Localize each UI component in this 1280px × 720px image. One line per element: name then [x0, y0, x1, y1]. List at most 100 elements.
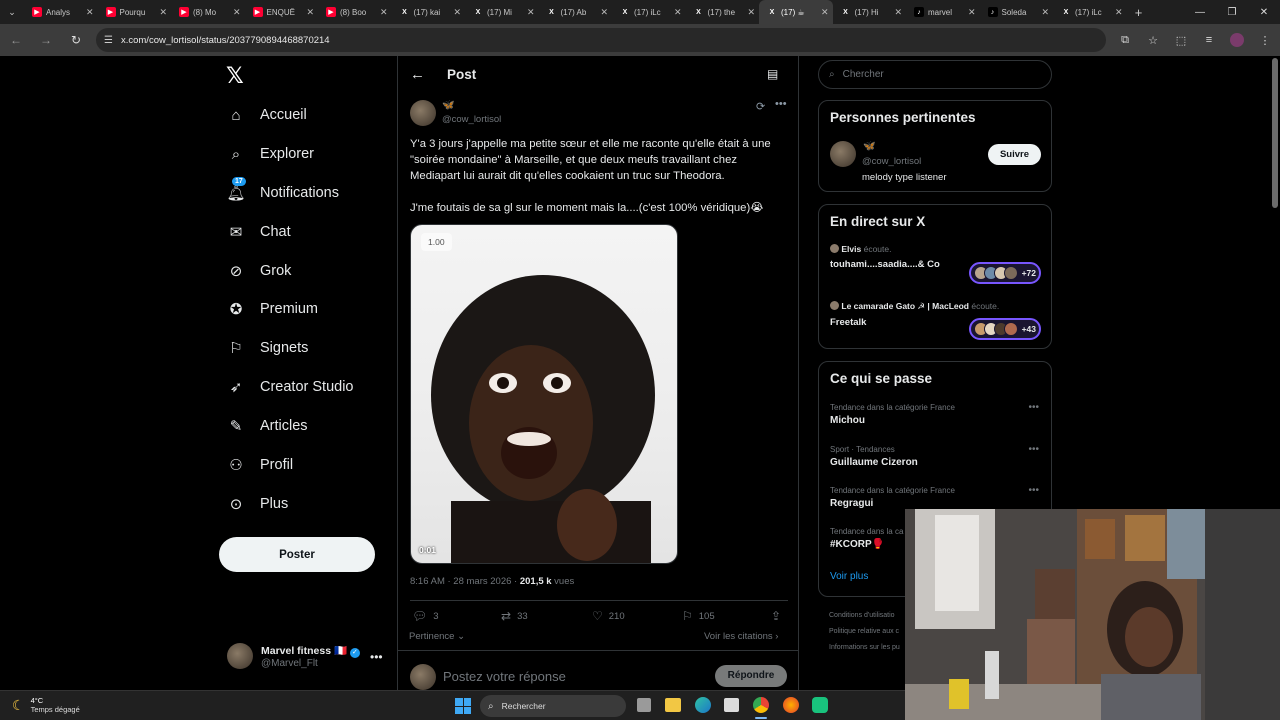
footer-link[interactable]: Politique relative aux c: [829, 624, 900, 640]
browser-tab[interactable]: ▶ (8) Mo ✕: [171, 0, 245, 24]
close-window-button[interactable]: ✕: [1248, 0, 1280, 24]
browser-tab[interactable]: X (17) kai ✕: [392, 0, 466, 24]
view-quotes-link[interactable]: Voir les citations ›: [704, 631, 778, 642]
browser-tab[interactable]: X (17) iLc ✕: [1053, 0, 1127, 24]
sidebar-item-premium[interactable]: ✪ Premium: [226, 294, 318, 324]
tab-close-icon[interactable]: ✕: [1041, 7, 1049, 18]
tweet-video[interactable]: 1.00 0:01: [410, 224, 678, 564]
reply-action[interactable]: 💬︎ 3: [412, 609, 439, 623]
show-more-link[interactable]: Voir plus: [830, 571, 868, 582]
browser-tab[interactable]: ▶ (8) Boo ✕: [318, 0, 392, 24]
app-icon[interactable]: [812, 697, 828, 713]
taskbar-search[interactable]: ⌕ Rechercher: [480, 695, 626, 717]
maximize-button[interactable]: ❐: [1216, 0, 1248, 24]
file-explorer-icon[interactable]: [665, 698, 681, 712]
profile-avatar-icon[interactable]: [1228, 31, 1246, 49]
tab-close-icon[interactable]: ✕: [674, 7, 682, 18]
footer-link[interactable]: Conditions d'utilisatio: [829, 608, 900, 624]
browser-tab[interactable]: X (17) Hi ✕: [833, 0, 907, 24]
person-handle[interactable]: @cow_lortisol: [862, 156, 921, 167]
sidebar-item-chat[interactable]: ✉ Chat: [226, 217, 291, 247]
browser-tab[interactable]: ▶ ENQUÊ ✕: [245, 0, 319, 24]
install-app-icon[interactable]: ⧉: [1116, 31, 1134, 49]
sidebar-item-creator-studio[interactable]: ➶ Creator Studio: [226, 372, 354, 402]
sidebar-item-explorer[interactable]: ⌕ Explorer: [226, 139, 314, 169]
forward-icon[interactable]: →: [36, 30, 56, 50]
reload-icon[interactable]: ↻: [66, 30, 86, 50]
reader-mode-icon[interactable]: ▤: [767, 67, 778, 81]
start-button[interactable]: [455, 698, 471, 714]
browser-tab[interactable]: X (17) iLc ✕: [612, 0, 686, 24]
author-avatar[interactable]: [410, 100, 436, 126]
tab-close-icon[interactable]: ✕: [233, 7, 241, 18]
listeners-pill[interactable]: +43: [969, 318, 1041, 340]
trend-item[interactable]: Tendance dans la ca #KCORP🥊: [830, 527, 903, 550]
post-button[interactable]: Poster: [219, 537, 375, 572]
trend-more-icon[interactable]: •••: [1028, 444, 1039, 455]
store-icon[interactable]: [724, 698, 739, 712]
trend-more-icon[interactable]: •••: [1028, 402, 1039, 413]
x-logo[interactable]: 𝕏: [226, 64, 244, 89]
footer-link[interactable]: Informations sur les pu: [829, 640, 900, 656]
author-handle[interactable]: @cow_lortisol: [442, 114, 501, 125]
grok-explain-icon[interactable]: ⟳: [756, 100, 765, 113]
tab-close-icon[interactable]: ✕: [306, 7, 314, 18]
browser-tab[interactable]: X (17) the ✕: [686, 0, 760, 24]
chrome-icon[interactable]: [753, 697, 769, 713]
bookmark-star-icon[interactable]: ☆: [1144, 31, 1162, 49]
search-box[interactable]: ⌕ Chercher: [818, 60, 1052, 89]
tab-close-icon[interactable]: ✕: [453, 7, 461, 18]
tab-close-icon[interactable]: ✕: [86, 7, 94, 18]
tab-close-icon[interactable]: ✕: [968, 7, 976, 18]
post-more-icon[interactable]: •••: [775, 98, 787, 110]
browser-tab[interactable]: X (17) Mi ✕: [465, 0, 539, 24]
bookmark-action[interactable]: ⚐ 105: [682, 609, 715, 623]
like-action[interactable]: ♡ 210: [592, 609, 625, 623]
account-more-icon[interactable]: •••: [370, 650, 383, 664]
follow-button[interactable]: Suivre: [987, 144, 1041, 165]
sidebar-item-profil[interactable]: ⚇ Profil: [226, 450, 293, 480]
trend-item[interactable]: Sport · Tendances Guillaume Cizeron: [830, 445, 918, 468]
sidebar-item-grok[interactable]: ⊘ Grok: [226, 256, 292, 286]
weather-widget[interactable]: ☾ 4°C Temps dégagé: [12, 696, 80, 714]
browser-tab[interactable]: ♪ marvel ✕: [906, 0, 980, 24]
media-controls-icon[interactable]: ≡: [1200, 31, 1218, 49]
site-info-icon[interactable]: ☰: [104, 35, 113, 46]
browser-tab[interactable]: ▶ Analys ✕: [24, 0, 98, 24]
firefox-icon[interactable]: [783, 697, 799, 713]
browser-tab[interactable]: X (17) Ab ✕: [539, 0, 613, 24]
task-view-icon[interactable]: [637, 698, 651, 712]
reply-input[interactable]: Postez votre réponse: [443, 669, 566, 684]
back-arrow-icon[interactable]: ←: [410, 66, 425, 83]
sidebar-item-signets[interactable]: ⚐ Signets: [226, 333, 308, 363]
sidebar-item-notifications[interactable]: 🔔︎ 17 Notifications: [226, 177, 339, 208]
tab-close-icon[interactable]: ✕: [894, 7, 902, 18]
playback-speed-badge[interactable]: 1.00: [421, 233, 452, 251]
url-field[interactable]: ☰ x.com/cow_lortisol/status/203779089446…: [96, 28, 1106, 52]
trend-more-icon[interactable]: •••: [1028, 485, 1039, 496]
sidebar-item-plus[interactable]: ⊙ Plus: [226, 489, 289, 519]
browser-tab[interactable]: ♪ Soleda ✕: [980, 0, 1054, 24]
browser-tab[interactable]: ▶ Pourqu ✕: [98, 0, 172, 24]
person-avatar[interactable]: [830, 141, 856, 167]
tab-close-icon[interactable]: ✕: [600, 7, 608, 18]
new-tab-button[interactable]: +: [1127, 0, 1151, 24]
trend-item[interactable]: Tendance dans la catégorie France Michou: [830, 403, 955, 426]
listeners-pill[interactable]: +72: [969, 262, 1041, 284]
sidebar-item-articles[interactable]: ✎ Articles: [226, 411, 308, 441]
tab-close-icon[interactable]: ✕: [747, 7, 755, 18]
share-action[interactable]: ⇪: [771, 609, 781, 623]
browser-tab[interactable]: X (17) ☕ ✕: [759, 0, 833, 24]
trend-item[interactable]: Tendance dans la catégorie France Regragu…: [830, 486, 955, 509]
reply-button[interactable]: Répondre: [715, 665, 787, 687]
account-switcher[interactable]: Marvel fitness 🇫🇷 ✓ @Marvel_Flt: [227, 643, 360, 669]
back-icon[interactable]: ←: [6, 30, 26, 50]
extensions-icon[interactable]: ⬚: [1172, 31, 1190, 49]
page-scrollbar[interactable]: [1272, 58, 1278, 208]
repost-action[interactable]: ⇄ 33: [501, 609, 528, 623]
minimize-button[interactable]: —: [1184, 0, 1216, 24]
tab-close-icon[interactable]: ✕: [159, 7, 167, 18]
tab-close-icon[interactable]: ✕: [821, 7, 829, 18]
tab-search-dropdown-icon[interactable]: ⌄: [0, 0, 24, 24]
sort-dropdown[interactable]: Pertinence ⌄: [409, 631, 465, 642]
